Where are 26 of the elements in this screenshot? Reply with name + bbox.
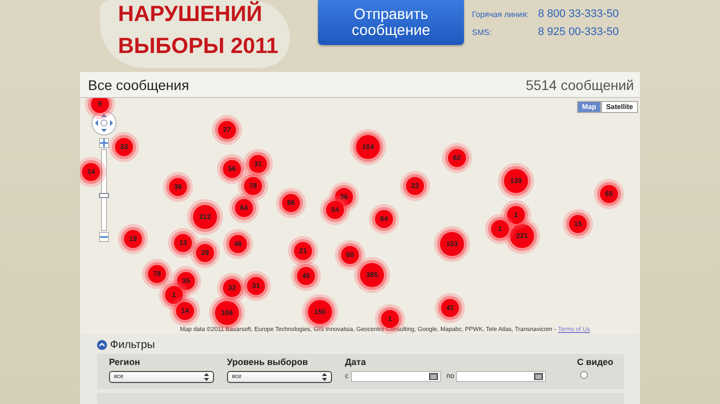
logo-text: ВЫБОРЫ 2011 bbox=[118, 32, 278, 60]
zoom-slider-thumb[interactable] bbox=[99, 192, 109, 198]
filters-title: Фильтры bbox=[110, 339, 155, 351]
updown-arrow-icon bbox=[204, 373, 209, 381]
checkbox[interactable] bbox=[580, 371, 588, 379]
updown-arrow-icon bbox=[322, 373, 327, 381]
contact-label: Горячая линия: bbox=[472, 10, 530, 19]
date-field[interactable] bbox=[456, 371, 546, 382]
filter-label: Дата bbox=[345, 357, 367, 369]
logo-text: НАРУШЕНИЙ bbox=[118, 0, 262, 28]
calendar-icon[interactable] bbox=[428, 373, 438, 380]
zoom-out-icon[interactable] bbox=[99, 232, 109, 242]
message-count: 5514 сообщений bbox=[526, 76, 634, 92]
filter-label: Уровень выборов bbox=[227, 357, 309, 369]
phone-number: 8 925 00-333-50 bbox=[538, 26, 619, 38]
panel-title: Все сообщения bbox=[88, 76, 190, 92]
collapse-icon[interactable] bbox=[97, 340, 107, 350]
phone-number: 8 800 33-333-50 bbox=[538, 8, 619, 20]
zoom-in-icon[interactable] bbox=[99, 138, 109, 148]
date-field[interactable] bbox=[350, 371, 440, 382]
filter-label: Регион bbox=[109, 357, 141, 369]
calendar-icon[interactable] bbox=[534, 373, 544, 380]
filter-label: С видео bbox=[577, 357, 614, 369]
contact-label: SMS: bbox=[472, 28, 493, 37]
send-message-button[interactable]: Отправить сообщение bbox=[318, 0, 464, 45]
pan-control-icon[interactable] bbox=[91, 110, 117, 136]
